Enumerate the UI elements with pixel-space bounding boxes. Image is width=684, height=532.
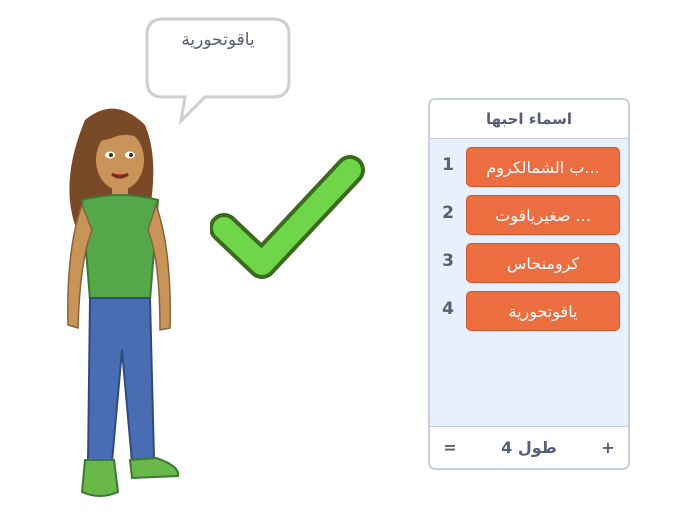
add-item-button[interactable]: +: [600, 438, 616, 457]
list-monitor[interactable]: اسماء احبها 1 ...ب الشمالكروم 2 ... صغير…: [428, 98, 630, 470]
list-monitor-footer: = طول 4 +: [430, 426, 628, 468]
resize-handle[interactable]: =: [442, 438, 458, 457]
list-item-index: 2: [442, 203, 454, 223]
list-item-value[interactable]: ...ب الشمالكروم: [466, 147, 620, 187]
list-rows: 1 ...ب الشمالكروم 2 ... صغيرياقوت 3 كروم…: [430, 145, 628, 337]
list-item-value[interactable]: كرومنحاس: [466, 243, 620, 283]
list-item: 3 كرومنحاس: [430, 241, 628, 289]
list-item-index: 1: [442, 155, 454, 175]
list-length-label: طول 4: [501, 438, 557, 457]
list-item: 2 ... صغيرياقوت: [430, 193, 628, 241]
list-item: 1 ...ب الشمالكروم: [430, 145, 628, 193]
list-item-value[interactable]: ... صغيرياقوت: [466, 195, 620, 235]
speech-bubble-text: ياقوتحورية: [181, 30, 255, 50]
list-item: 4 ياقوتحورية: [430, 289, 628, 337]
list-monitor-title: اسماء احبها: [430, 100, 628, 139]
list-item-value[interactable]: ياقوتحورية: [466, 291, 620, 331]
list-item-index: 3: [442, 251, 454, 271]
list-item-index: 4: [442, 299, 454, 319]
girl-sprite[interactable]: [30, 100, 200, 510]
checkmark-icon: [210, 155, 365, 279]
